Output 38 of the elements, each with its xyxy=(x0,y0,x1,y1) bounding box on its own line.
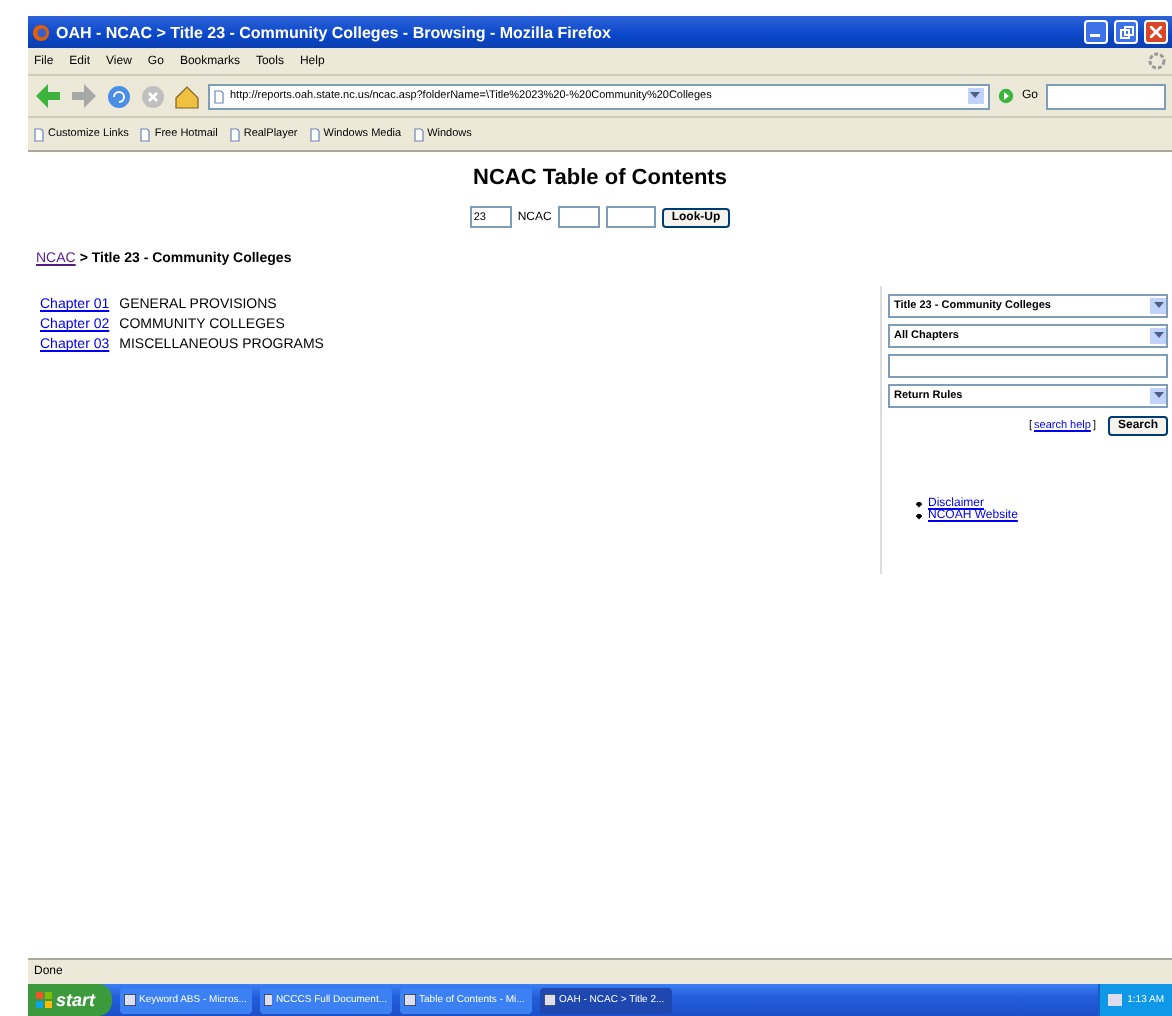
bullet-icon xyxy=(916,513,922,519)
restore-button[interactable] xyxy=(1114,20,1138,44)
restore-icon xyxy=(1119,25,1133,39)
back-icon[interactable] xyxy=(34,82,62,110)
search-field[interactable] xyxy=(1046,83,1166,109)
reload-icon[interactable] xyxy=(106,83,132,109)
window-icon xyxy=(123,994,136,1006)
dropdown-arrow-icon xyxy=(1153,302,1163,310)
page-icon xyxy=(34,127,44,141)
page-icon xyxy=(140,127,151,141)
close-button[interactable] xyxy=(1144,20,1168,44)
throbber-icon xyxy=(1148,52,1166,70)
chapter-field[interactable] xyxy=(557,206,600,228)
section-field[interactable] xyxy=(605,206,656,228)
stop-icon[interactable] xyxy=(140,83,166,109)
start-button[interactable]: start xyxy=(28,984,112,1016)
window-icon xyxy=(403,994,416,1006)
bullet-icon xyxy=(916,501,922,507)
forward-icon[interactable] xyxy=(70,82,98,110)
page-icon xyxy=(309,127,320,141)
window-title: OAH - NCAC > Title 23 - Community Colleges - Browsing - Mozilla Firefox xyxy=(56,23,613,41)
page-icon xyxy=(214,89,224,103)
page-icon xyxy=(413,127,424,141)
minimize-button[interactable] xyxy=(1084,20,1108,44)
window-icon xyxy=(263,994,272,1006)
go-icon[interactable] xyxy=(997,88,1014,104)
page-heading: NCAC Table of Contents xyxy=(471,166,729,190)
home-icon[interactable] xyxy=(174,83,200,109)
page-icon xyxy=(229,127,240,141)
windows-logo-icon xyxy=(36,992,52,1008)
firefox-icon xyxy=(32,23,50,41)
dropdown-arrow-icon xyxy=(970,92,981,100)
search-input[interactable] xyxy=(888,354,1168,378)
dropdown-arrow-icon xyxy=(1153,332,1163,340)
tray-icon xyxy=(1107,993,1122,1007)
dropdown-arrow-icon xyxy=(1153,392,1163,400)
window-icon xyxy=(543,994,556,1006)
close-icon xyxy=(1150,26,1162,38)
